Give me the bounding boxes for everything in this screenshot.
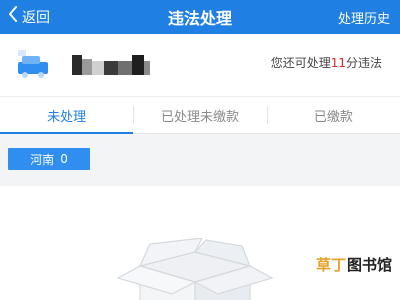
watermark-part1: 草丁 <box>315 256 346 274</box>
region-chip[interactable]: 河南 0 <box>8 148 90 170</box>
empty-state <box>0 186 400 300</box>
region-filter-band: 河南 0 <box>0 134 400 186</box>
history-button[interactable]: 处理历史 <box>338 0 390 34</box>
tab-paid[interactable]: 已缴款 <box>266 97 400 133</box>
watermark: 草丁 图书馆 <box>316 254 392 275</box>
status-tabs: 未处理 已处理未缴款 已缴款 <box>0 97 400 134</box>
screen: 返回 违法处理 处理历史 您还可处理 11 分违法 未处理 已处理未缴款 已缴款… <box>0 0 400 300</box>
remaining-points-text: 您还可处理 11 分违法 <box>271 54 382 71</box>
top-nav-bar: 返回 违法处理 处理历史 <box>0 0 400 34</box>
tab-unprocessed[interactable]: 未处理 <box>0 97 134 134</box>
back-button[interactable]: 返回 <box>8 0 50 34</box>
region-name: 河南 <box>30 152 55 167</box>
back-label: 返回 <box>22 10 50 26</box>
remaining-suffix: 分违法 <box>345 56 382 70</box>
remaining-points: 11 <box>330 56 346 70</box>
tab-processed-unpaid[interactable]: 已处理未缴款 <box>133 97 266 133</box>
license-plate-mosaic <box>72 55 150 75</box>
car-icon <box>18 50 48 78</box>
watermark-part2: 图书馆 <box>346 256 392 274</box>
chevron-left-icon <box>8 6 18 26</box>
empty-box-icon <box>116 238 274 300</box>
remaining-prefix: 您还可处理 <box>270 56 331 70</box>
vehicle-info-row[interactable]: 您还可处理 11 分违法 <box>0 34 400 97</box>
region-count: 0 <box>60 152 68 166</box>
